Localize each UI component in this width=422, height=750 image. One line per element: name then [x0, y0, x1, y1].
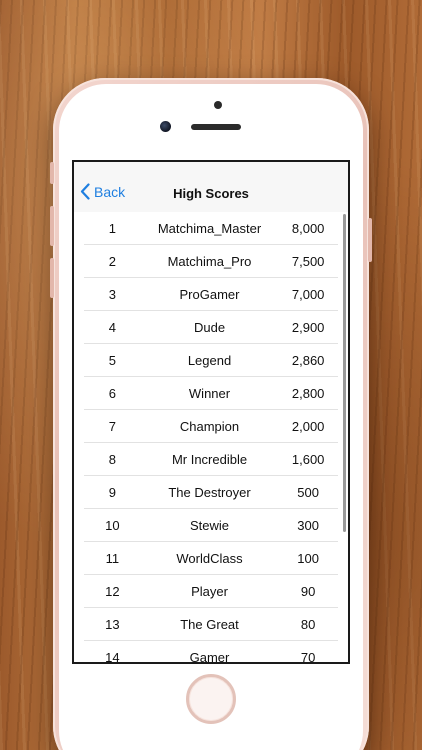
volume-up-button	[50, 206, 54, 246]
player-name-cell: The Destroyer	[168, 485, 251, 500]
home-button[interactable]	[186, 674, 236, 724]
rank-cell: 5	[108, 353, 116, 368]
rank-cell: 14	[105, 650, 120, 664]
table-row: 8 Mr Incredible 1,600	[74, 443, 348, 476]
rank-cell: 11	[105, 551, 120, 566]
table-row: 10 Stewie 300	[74, 509, 348, 542]
score-cell: 100	[297, 551, 319, 566]
table-row: 1 Matchima_Master 8,000	[74, 212, 348, 245]
score-cell: 7,500	[291, 254, 325, 269]
player-name-cell: WorldClass	[176, 551, 243, 566]
player-name-cell: Matchima_Pro	[167, 254, 252, 269]
score-cell: 2,860	[291, 353, 325, 368]
rank-cell: 10	[105, 518, 120, 533]
player-name-cell: Legend	[187, 353, 232, 368]
table-row: 3 ProGamer 7,000	[74, 278, 348, 311]
player-name-cell: Champion	[179, 419, 240, 434]
table-row: 12 Player 90	[74, 575, 348, 608]
score-cell: 90	[300, 584, 316, 599]
player-name-cell: The Great	[180, 617, 239, 632]
table-row: 4 Dude 2,900	[74, 311, 348, 344]
score-cell: 1,600	[291, 452, 325, 467]
player-name-cell: Matchima_Master	[157, 221, 262, 236]
rank-cell: 8	[108, 452, 116, 467]
power-button	[368, 218, 372, 262]
earpiece-speaker	[191, 124, 241, 130]
score-cell: 70	[300, 650, 316, 664]
page-title: High Scores	[173, 186, 249, 201]
scrollbar[interactable]	[343, 214, 346, 532]
rank-cell: 6	[108, 386, 116, 401]
table-row: 5 Legend 2,860	[74, 344, 348, 377]
score-cell: 8,000	[291, 221, 325, 236]
rank-cell: 12	[105, 584, 120, 599]
table-row: 13 The Great 80	[74, 608, 348, 641]
navigation-bar: Back High Scores	[74, 162, 348, 212]
player-name-cell: Dude	[193, 320, 226, 335]
table-row: 11 WorldClass 100	[74, 542, 348, 575]
rank-cell: 2	[108, 254, 116, 269]
score-cell: 7,000	[291, 287, 325, 302]
score-cell: 500	[297, 485, 319, 500]
rank-cell: 9	[108, 485, 116, 500]
rank-cell: 3	[108, 287, 116, 302]
table-row: 9 The Destroyer 500	[74, 476, 348, 509]
player-name-cell: Stewie	[189, 518, 230, 533]
player-name-cell: Player	[191, 584, 228, 599]
score-cell: 2,900	[291, 320, 325, 335]
volume-down-button	[50, 258, 54, 298]
player-name-cell: ProGamer	[179, 287, 240, 302]
rank-cell: 4	[108, 320, 116, 335]
front-camera-icon	[160, 121, 171, 132]
high-scores-table[interactable]: 1 Matchima_Master 8,000 2 Matchima_Pro 7,500 3…	[74, 212, 348, 664]
rank-cell: 1	[108, 221, 116, 236]
score-cell: 2,800	[291, 386, 325, 401]
rank-cell: 7	[108, 419, 116, 434]
mute-switch	[50, 162, 54, 184]
player-name-cell: Mr Incredible	[171, 452, 248, 467]
player-name-cell: Winner	[188, 386, 231, 401]
table-row: 14 Gamer 70	[74, 641, 348, 664]
app-screen: Back High Scores 1 Matchima_Master 8,000 2 M…	[72, 160, 350, 664]
player-name-cell: Gamer	[189, 650, 230, 664]
table-row: 6 Winner 2,800	[74, 377, 348, 410]
table-row: 7 Champion 2,000	[74, 410, 348, 443]
score-cell: 80	[300, 617, 316, 632]
score-cell: 300	[297, 518, 319, 533]
proximity-sensor	[214, 101, 222, 109]
rank-cell: 13	[105, 617, 120, 632]
score-cell: 2,000	[291, 419, 325, 434]
table-row: 2 Matchima_Pro 7,500	[74, 245, 348, 278]
